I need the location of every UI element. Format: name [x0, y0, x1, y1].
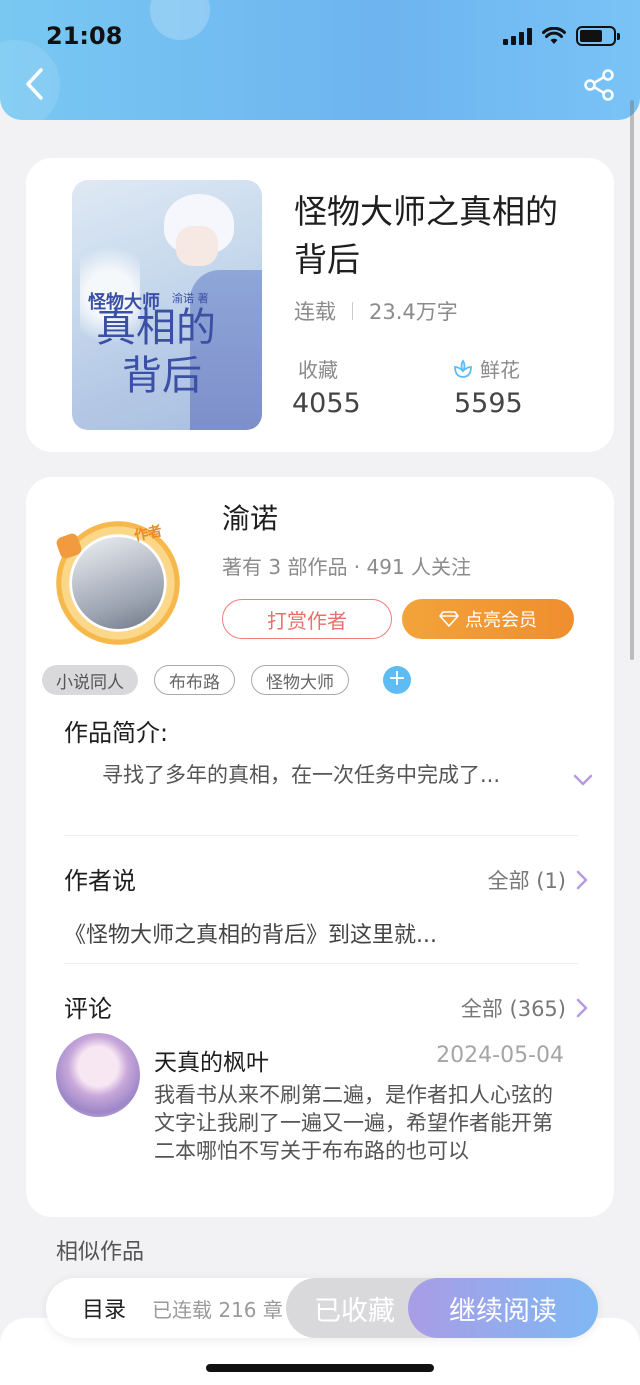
chevron-right-icon [576, 870, 588, 890]
book-meta: 连载 23.4万字 [294, 296, 458, 326]
share-button[interactable] [582, 68, 616, 102]
favorites-label: 收藏 [298, 358, 338, 382]
cover-text: 背后 [122, 353, 202, 399]
detail-card: 作者 渝诺 著有 3 部作品 · 491 人关注 打赏作者 点亮会员 小说同人 … [26, 477, 614, 1217]
word-count: 23.4万字 [369, 300, 458, 324]
comments-heading: 评论 [64, 995, 112, 1023]
top-header: 21:08 [0, 0, 640, 120]
chevron-down-icon[interactable] [572, 773, 594, 787]
similar-works-heading: 相似作品 [56, 1240, 145, 1265]
wifi-icon [542, 27, 566, 44]
vip-button-label: 点亮会员 [465, 610, 537, 631]
battery-icon [576, 26, 620, 46]
cover-text: 真相的 [96, 305, 216, 351]
flower-icon [454, 358, 472, 378]
tag-item[interactable]: 怪物大师 [251, 665, 349, 695]
tag-list: 小说同人 布布路 怪物大师 + [42, 665, 411, 695]
intro-heading: 作品简介: [64, 719, 169, 747]
favorites-value: 4055 [292, 388, 361, 419]
flowers-label: 鲜花 [480, 358, 520, 382]
cover-author: 渝诺 著 [172, 292, 209, 305]
tip-author-button[interactable]: 打赏作者 [222, 599, 392, 639]
vip-button[interactable]: 点亮会员 [402, 599, 574, 639]
comment-text[interactable]: 我看书从来不刷第二遍，是作者扣人心弦的文字让我刷了一遍又一遍，希望作者能开第二本… [154, 1081, 564, 1165]
author-stats: 著有 3 部作品 · 491 人关注 [222, 555, 472, 579]
decorative-bubble [150, 0, 210, 40]
book-title: 怪物大师之真相的背后 [294, 192, 558, 279]
status-icons [503, 26, 620, 46]
book-status: 连载 [294, 300, 336, 324]
author-say-more[interactable]: 全部 (1) [488, 865, 588, 895]
toc-button[interactable]: 目录 [82, 1292, 126, 1324]
chapter-count[interactable]: 已连载 216 章 [152, 1294, 292, 1323]
commenter-name[interactable]: 天真的枫叶 [154, 1043, 269, 1077]
flowers-stat[interactable]: 鲜花 [452, 354, 520, 383]
divider [64, 963, 578, 964]
comments-more[interactable]: 全部 (365) [461, 993, 588, 1023]
author-say-heading: 作者说 [64, 867, 136, 895]
status-time: 21:08 [46, 22, 123, 50]
comment-date: 2024-05-04 [436, 1043, 564, 1068]
commenter-avatar[interactable] [56, 1033, 140, 1117]
comments-more-label: 全部 (365) [460, 997, 566, 1021]
diamond-icon [439, 611, 459, 627]
cellular-signal-icon [503, 27, 532, 45]
divider [352, 302, 353, 320]
author-say-more-label: 全部 (1) [487, 869, 566, 893]
book-info-card: 怪物大师 渝诺 著 真相的 背后 怪物大师之真相的背后 连载 23.4万字 收藏… [26, 158, 614, 452]
scrollbar[interactable] [630, 100, 634, 660]
home-indicator[interactable] [206, 1364, 434, 1372]
bottom-action-bar: 目录 已连载 216 章 已收藏 继续阅读 [46, 1278, 598, 1338]
author-name[interactable]: 渝诺 [222, 497, 278, 537]
tag-item[interactable]: 小说同人 [42, 665, 138, 695]
divider [64, 835, 578, 836]
book-cover[interactable]: 怪物大师 渝诺 著 真相的 背后 [72, 180, 262, 430]
flowers-value: 5595 [454, 388, 523, 419]
continue-reading-button[interactable]: 继续阅读 [408, 1278, 598, 1338]
back-button[interactable] [20, 66, 50, 102]
intro-text[interactable]: 寻找了多年的真相，在一次任务中完成了... [102, 759, 562, 789]
tag-item[interactable]: 布布路 [154, 665, 235, 695]
author-say-text[interactable]: 《怪物大师之真相的背后》到这里就... [64, 917, 584, 949]
author-avatar[interactable]: 作者 [50, 517, 188, 647]
add-tag-button[interactable]: + [383, 666, 411, 694]
chevron-right-icon [576, 998, 588, 1018]
